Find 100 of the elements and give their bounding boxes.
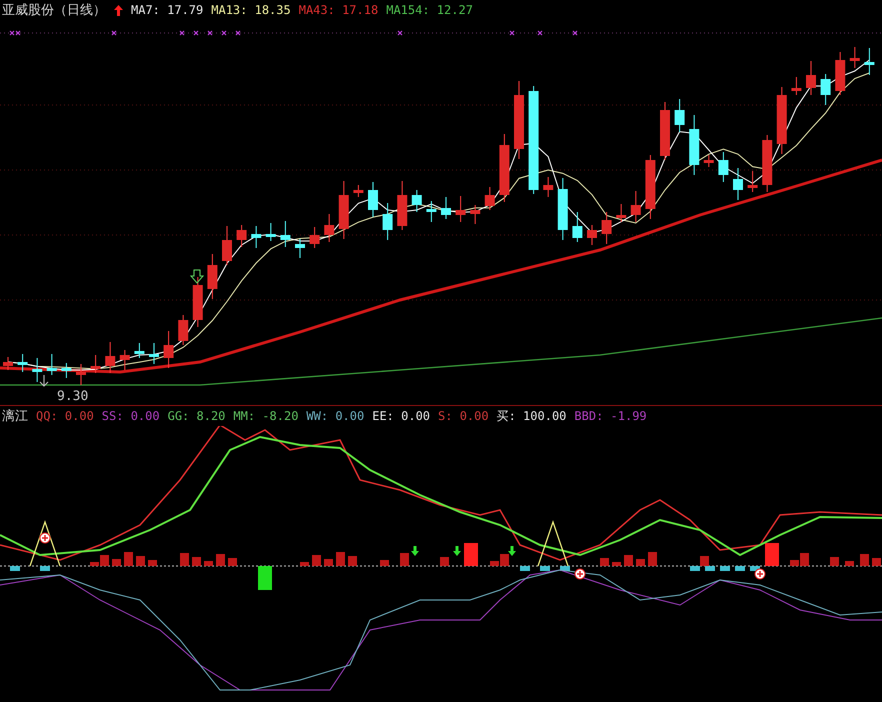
histogram-bar xyxy=(336,552,345,566)
candlestick xyxy=(587,224,597,246)
candlestick xyxy=(76,364,86,386)
histogram-bar xyxy=(10,566,20,571)
candlestick xyxy=(820,74,831,106)
candlestick xyxy=(864,48,874,76)
indicator-reading: EE: 0.00 xyxy=(372,409,430,423)
histogram-bar xyxy=(560,566,570,571)
candlestick xyxy=(630,190,641,222)
candlestick xyxy=(324,214,334,242)
down-arrow-icon xyxy=(190,270,204,284)
candlestick xyxy=(280,220,290,248)
histogram-bar xyxy=(624,555,633,566)
candlestick xyxy=(310,226,320,248)
stock-title: 亚威股份（日线） xyxy=(2,2,106,19)
histogram-bar xyxy=(380,560,389,566)
candlestick xyxy=(338,180,349,240)
candlestick xyxy=(674,98,685,132)
candlestick xyxy=(32,358,42,382)
plus-circle-icon xyxy=(40,532,50,544)
histogram-bar xyxy=(228,558,237,566)
histogram-bar xyxy=(40,566,50,571)
candlestick xyxy=(748,170,758,192)
down-arrow-icon xyxy=(508,546,516,556)
pointer-arrow-icon xyxy=(40,374,48,387)
candlestick xyxy=(689,114,700,176)
candlestick xyxy=(572,212,582,242)
down-arrow-icon xyxy=(453,546,461,556)
candlestick xyxy=(660,102,670,160)
histogram-bar xyxy=(400,553,409,566)
histogram-bar xyxy=(872,558,881,566)
candlestick xyxy=(222,226,232,266)
candlestick xyxy=(456,196,466,222)
candlestick xyxy=(397,180,408,230)
indicator-reading: WW: 0.00 xyxy=(306,409,364,423)
histogram-bar xyxy=(324,559,333,566)
candlestick xyxy=(470,204,480,224)
histogram-bar xyxy=(735,566,745,571)
histogram-bar xyxy=(830,557,839,566)
histogram-bar xyxy=(148,560,157,566)
indicator-reading: BBD: -1.99 xyxy=(574,409,647,423)
candlestick xyxy=(543,176,554,198)
candlestick xyxy=(46,354,57,376)
histogram-bar xyxy=(648,552,657,566)
indicator-reading: MA13: 18.35 xyxy=(211,3,291,17)
candlestick xyxy=(134,342,144,358)
candlestick xyxy=(207,254,218,300)
histogram-bar xyxy=(860,554,869,566)
candlestick xyxy=(236,224,247,248)
candlestick xyxy=(120,350,130,370)
candlestick xyxy=(178,314,188,346)
candlestick xyxy=(3,356,13,370)
indicator-reading: MM: -8.20 xyxy=(233,409,298,423)
histogram-bar xyxy=(440,557,449,566)
indicator-reading: MA7: 17.79 xyxy=(131,3,204,17)
histogram-bar xyxy=(540,566,550,571)
candlestick xyxy=(61,362,72,378)
histogram-bar xyxy=(204,561,213,566)
candlestick xyxy=(251,226,262,248)
candlestick xyxy=(776,86,787,154)
plus-circle-icon xyxy=(574,568,586,580)
candlestick xyxy=(441,196,451,220)
histogram-bar xyxy=(136,556,145,566)
candlestick xyxy=(368,182,378,218)
candlestick xyxy=(806,60,816,96)
up-arrow-icon xyxy=(114,4,123,16)
histogram-bar xyxy=(845,561,854,566)
candlestick xyxy=(733,168,743,200)
indicator-reading: S: 0.00 xyxy=(438,409,489,423)
indicator-title: 漓江 xyxy=(2,408,28,425)
histogram-bar xyxy=(258,566,272,590)
histogram-bar xyxy=(124,552,133,566)
indicator-reading: MA154: 12.27 xyxy=(386,3,473,17)
histogram-bar xyxy=(112,559,121,566)
candlestick xyxy=(105,342,116,374)
candlestick xyxy=(382,202,393,240)
histogram-bar xyxy=(348,556,357,566)
candlestick xyxy=(18,354,28,372)
candlestick xyxy=(718,152,728,182)
histogram-bar xyxy=(520,566,530,571)
indicator-reading: 买: 100.00 xyxy=(496,408,566,424)
candlestick xyxy=(616,204,626,222)
candlestick xyxy=(645,154,656,220)
candlestick xyxy=(266,222,276,242)
indicator-reading: GG: 8.20 xyxy=(168,409,226,423)
histogram-bar xyxy=(600,558,609,566)
candlestick xyxy=(353,184,364,198)
peak-marker xyxy=(29,520,61,566)
candlestick xyxy=(164,330,174,368)
candlestick xyxy=(412,190,422,212)
peak-marker xyxy=(537,520,569,566)
candlestick xyxy=(90,354,101,374)
histogram-bar xyxy=(300,562,309,566)
histogram-bar xyxy=(720,566,730,571)
candlestick xyxy=(602,212,612,244)
candlestick xyxy=(850,46,860,68)
candlestick xyxy=(426,200,436,222)
candlestick xyxy=(295,238,305,258)
candlestick xyxy=(149,342,159,364)
plus-circle-icon xyxy=(754,568,766,580)
